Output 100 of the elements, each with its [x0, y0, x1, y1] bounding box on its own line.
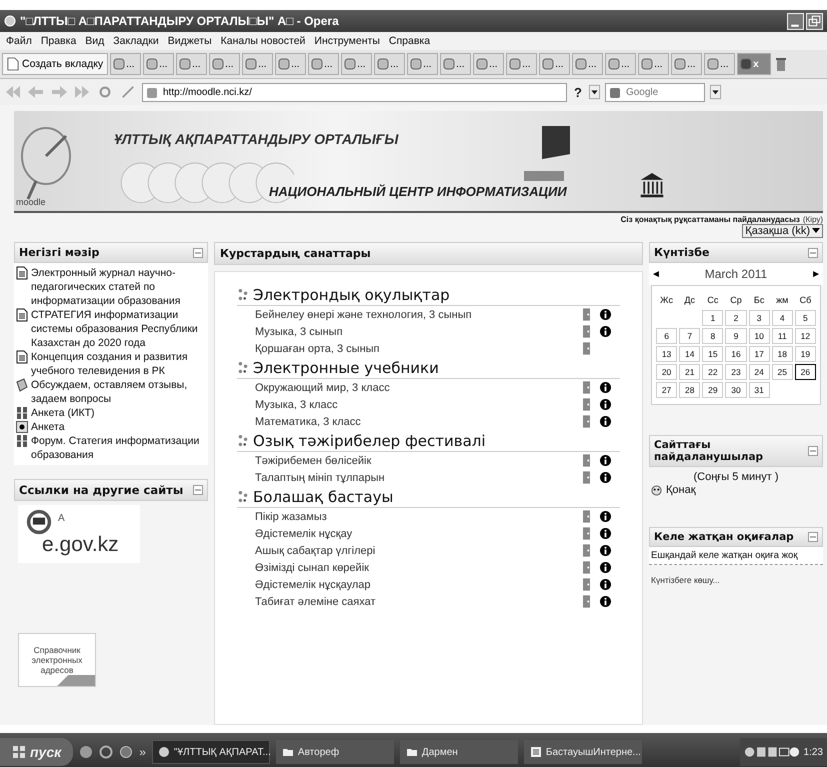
course-link[interactable]: Бейнелеу өнері және технология, 3 сынып — [255, 308, 583, 320]
egov-banner[interactable]: A e.gov.kz — [18, 505, 140, 563]
calendar-day[interactable]: 24 — [748, 364, 770, 380]
menu-link[interactable]: Электронный журнал научно-педагогических статей по информатизации образования — [31, 266, 206, 308]
info-icon[interactable] — [600, 309, 610, 320]
browser-tab[interactable]: ... — [143, 53, 174, 75]
minimize-icon[interactable] — [787, 12, 804, 30]
restore-icon[interactable] — [806, 12, 823, 30]
calendar-day[interactable]: 19 — [794, 346, 816, 362]
browser-tab[interactable]: ... — [440, 53, 472, 75]
course-link[interactable]: Математика, 3 класс — [255, 416, 583, 428]
door-icon[interactable] — [583, 561, 590, 574]
calendar-day[interactable]: 26 — [794, 364, 816, 380]
calendar-day[interactable]: 8 — [702, 328, 724, 344]
category-link[interactable]: Электрондық оқулықтар — [253, 286, 450, 304]
calendar-day[interactable]: 13 — [656, 346, 678, 362]
info-icon[interactable] — [600, 562, 610, 573]
menu-link[interactable]: Форум. Статегия информатизации образования — [31, 434, 206, 462]
more-button[interactable]: » — [139, 745, 146, 759]
door-icon[interactable] — [583, 308, 590, 321]
collapse-icon[interactable] — [808, 446, 818, 456]
course-link[interactable]: Қоршаған орта, 3 сынып — [255, 342, 583, 354]
door-icon[interactable] — [583, 342, 590, 355]
calendar-day[interactable]: 6 — [656, 328, 678, 344]
collapse-icon[interactable] — [808, 532, 818, 542]
menu-item[interactable]: Закладки — [113, 35, 159, 47]
course-link[interactable]: Музыка, 3 класс — [255, 398, 583, 410]
language-select[interactable]: Қазақша (kk) — [742, 224, 823, 238]
course-link[interactable]: Табиғат әлеміне саяхат — [255, 596, 583, 608]
door-icon[interactable] — [583, 595, 590, 608]
browser-tab[interactable]: ... — [374, 53, 406, 75]
course-link[interactable]: Әдістемелік нұсқау — [255, 528, 583, 540]
calendar-day[interactable]: 11 — [772, 328, 793, 344]
browser-tab[interactable]: x — [737, 53, 772, 75]
calendar-day[interactable]: 20 — [656, 364, 678, 380]
browser-tab[interactable]: ... — [506, 53, 538, 75]
calendar-day[interactable]: 4 — [772, 310, 793, 326]
category-link[interactable]: Болашақ бастауы — [253, 488, 394, 506]
browser-tab[interactable]: ... — [539, 53, 570, 75]
calendar-day[interactable]: 21 — [679, 364, 700, 380]
browser-tab[interactable]: ... — [572, 53, 604, 75]
calendar-day[interactable]: 2 — [725, 310, 747, 326]
course-link[interactable]: Әдістемелік нұсқаулар — [255, 578, 583, 590]
calendar-day[interactable]: 9 — [725, 328, 747, 344]
browser-tab[interactable]: ... — [110, 53, 142, 75]
new-tab-button[interactable]: Создать вкладку — [2, 53, 108, 75]
menu-item[interactable]: Каналы новостей — [220, 35, 306, 47]
calendar-day[interactable]: 29 — [702, 382, 724, 398]
calendar-day[interactable]: 28 — [679, 382, 700, 398]
door-icon[interactable] — [583, 325, 590, 338]
door-icon[interactable] — [583, 398, 590, 411]
menu-link[interactable]: Анкета (ИКТ) — [31, 406, 95, 420]
browser-tab[interactable]: ... — [671, 53, 702, 75]
start-button[interactable]: пуск — [0, 738, 74, 766]
help-button[interactable]: ? — [572, 84, 584, 100]
calendar-day[interactable]: 27 — [656, 382, 678, 398]
door-icon[interactable] — [583, 471, 590, 484]
browser-tab[interactable]: ... — [308, 53, 340, 75]
taskbar-button[interactable]: "ҰЛТТЫҚ АҚПАРАТ... — [152, 740, 270, 764]
taskbar-button[interactable]: Дармен — [400, 740, 518, 764]
collapse-icon[interactable] — [193, 248, 203, 258]
door-icon[interactable] — [583, 527, 590, 540]
door-icon[interactable] — [583, 454, 590, 467]
browser-tab[interactable]: ... — [473, 53, 504, 75]
course-link[interactable]: Пікір жазамыз — [255, 510, 583, 522]
calendar-day[interactable]: 10 — [748, 328, 770, 344]
menu-link[interactable]: Анкета — [31, 420, 65, 434]
course-link[interactable]: Өзімізді сынап көрейік — [255, 562, 583, 574]
search-field[interactable]: Google — [604, 82, 705, 102]
menu-link[interactable]: СТРАТЕГИЯ информатизации системы образования Республики Казахстан до 2020 года — [31, 308, 206, 350]
trash-icon[interactable] — [775, 56, 788, 72]
info-icon[interactable] — [600, 416, 610, 427]
browser-tab[interactable]: ... — [341, 53, 372, 75]
category-link[interactable]: Озық тәжірибелер фестивалі — [253, 432, 486, 450]
menu-link[interactable]: Обсуждаем, оставляем отзывы, задаем вопросы — [31, 378, 206, 406]
calendar-day[interactable]: 1 — [702, 310, 724, 326]
calendar-day[interactable]: 23 — [725, 364, 747, 380]
taskbar-button[interactable]: БастауышИнтерне... — [524, 740, 642, 764]
info-icon[interactable] — [600, 511, 610, 522]
category-link[interactable]: Электронные учебники — [253, 359, 439, 377]
calendar-day[interactable]: 14 — [679, 346, 700, 362]
course-link[interactable]: Музыка, 3 сынып — [255, 326, 583, 338]
calendar-day[interactable]: 7 — [679, 328, 700, 344]
info-icon[interactable] — [600, 545, 610, 556]
menu-item[interactable]: Инструменты — [314, 35, 380, 47]
dropdown-icon[interactable] — [588, 84, 600, 100]
browser-tab[interactable]: ... — [704, 53, 736, 75]
calendar-day[interactable]: 22 — [702, 364, 724, 380]
info-icon[interactable] — [600, 326, 610, 337]
dropdown-icon[interactable] — [710, 84, 721, 100]
menu-link[interactable]: Концепция создания и развития учебного телевидения в РК — [31, 350, 206, 378]
menu-item[interactable]: Файл — [6, 35, 32, 47]
menu-item[interactable]: Справка — [388, 35, 430, 47]
course-link[interactable]: Ашық сабақтар үлгілері — [255, 544, 583, 556]
menu-item[interactable]: Вид — [85, 35, 104, 47]
door-icon[interactable] — [583, 544, 590, 557]
collapse-icon[interactable] — [193, 485, 203, 495]
course-link[interactable]: Окружающий мир, 3 класс — [255, 382, 583, 394]
menu-item[interactable]: Правка — [40, 35, 76, 47]
next-month-link[interactable]: ► — [811, 268, 821, 280]
